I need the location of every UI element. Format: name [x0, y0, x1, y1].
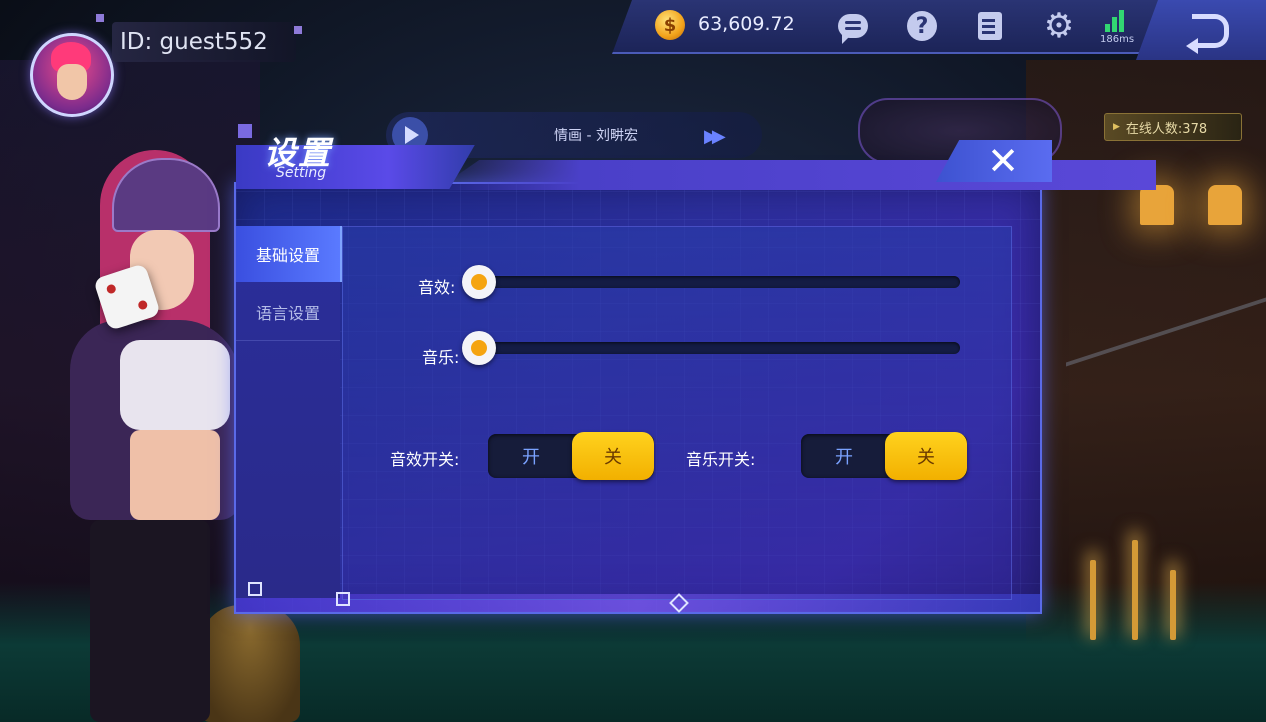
sound-effect-slider-knob[interactable]	[462, 265, 496, 299]
menu-item-basic-settings[interactable]: 基础设置	[236, 226, 340, 282]
menu-item-label: 基础设置	[255, 246, 320, 265]
music-toggle[interactable]: 开 关	[801, 432, 967, 480]
dialog-header	[236, 140, 1156, 190]
sound-effect-label: 音效:	[418, 278, 456, 297]
toggle-off-option[interactable]: 关	[572, 432, 654, 480]
sound-effect-toggle-label: 音效开关:	[390, 450, 460, 469]
music-slider-knob[interactable]	[462, 331, 496, 365]
menu-item-language-settings[interactable]: 语言设置	[236, 284, 340, 341]
candle-icon	[1132, 540, 1138, 640]
toggle-on-option[interactable]: 开	[801, 434, 887, 478]
decor-square	[248, 582, 262, 596]
music-label: 音乐:	[422, 348, 460, 367]
back-icon	[1186, 14, 1229, 54]
toggle-off-option[interactable]: 关	[885, 432, 967, 480]
triangle-icon: ▶	[1113, 122, 1120, 132]
notes-icon[interactable]	[974, 10, 1006, 42]
candle-icon	[1170, 570, 1176, 640]
dialog-subtitle: Setting	[276, 165, 327, 181]
settings-side-menu: 基础设置 语言设置	[236, 226, 340, 598]
lamp-icon	[1140, 185, 1174, 225]
latency-text: 186ms	[1100, 34, 1135, 45]
avatar[interactable]	[30, 33, 114, 117]
close-icon: ✕	[987, 139, 1019, 183]
coin-balance: 63,609.72	[698, 13, 795, 35]
sound-effect-slider[interactable]	[478, 276, 960, 288]
toggle-on-option[interactable]: 开	[488, 434, 574, 478]
online-count: ▶ 在线人数:378	[1104, 113, 1242, 141]
coin-icon: $	[655, 10, 685, 40]
sound-effect-toggle[interactable]: 开 关	[488, 432, 654, 480]
signal-icon	[1105, 8, 1129, 32]
online-count-label: 在线人数:378	[1125, 121, 1208, 137]
lamp-icon	[1208, 185, 1242, 225]
gear-icon[interactable]: ⚙	[1043, 6, 1075, 46]
candle-icon	[1090, 560, 1096, 640]
help-icon[interactable]: ?	[906, 10, 938, 42]
music-slider[interactable]	[478, 342, 960, 354]
decor-square	[238, 124, 252, 138]
decor-square	[336, 592, 350, 606]
music-toggle-label: 音乐开关:	[686, 450, 756, 469]
menu-item-label: 语言设置	[255, 304, 320, 323]
back-button[interactable]	[1136, 0, 1266, 60]
chat-icon[interactable]	[837, 10, 869, 44]
user-id-label: ID: guest552	[120, 29, 268, 55]
character-illustration	[30, 80, 250, 722]
user-id-box: ID: guest552	[96, 14, 302, 62]
